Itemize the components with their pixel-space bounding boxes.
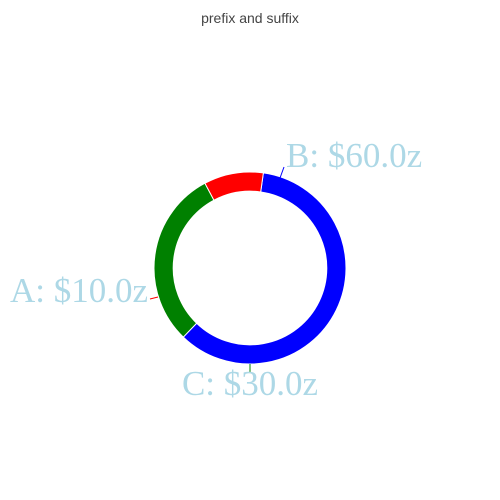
slice-label-b: B: $60.0z — [286, 136, 422, 175]
donut-chart: prefix and suffix A: $10.0z B: $60.0z C: $… — [10, 10, 422, 403]
chart-title: prefix and suffix — [201, 10, 299, 26]
leader-line-b — [279, 166, 285, 179]
leader-line-a — [149, 296, 159, 300]
slice-label-c: C: $30.0z — [182, 364, 318, 403]
slice-labels-layer: A: $10.0z B: $60.0z C: $30.0z — [10, 136, 422, 403]
slices-layer — [153, 171, 347, 365]
slice-label-a: A: $10.0z — [10, 271, 148, 310]
slice-c[interactable] — [153, 182, 215, 338]
slice-a[interactable] — [204, 171, 264, 201]
